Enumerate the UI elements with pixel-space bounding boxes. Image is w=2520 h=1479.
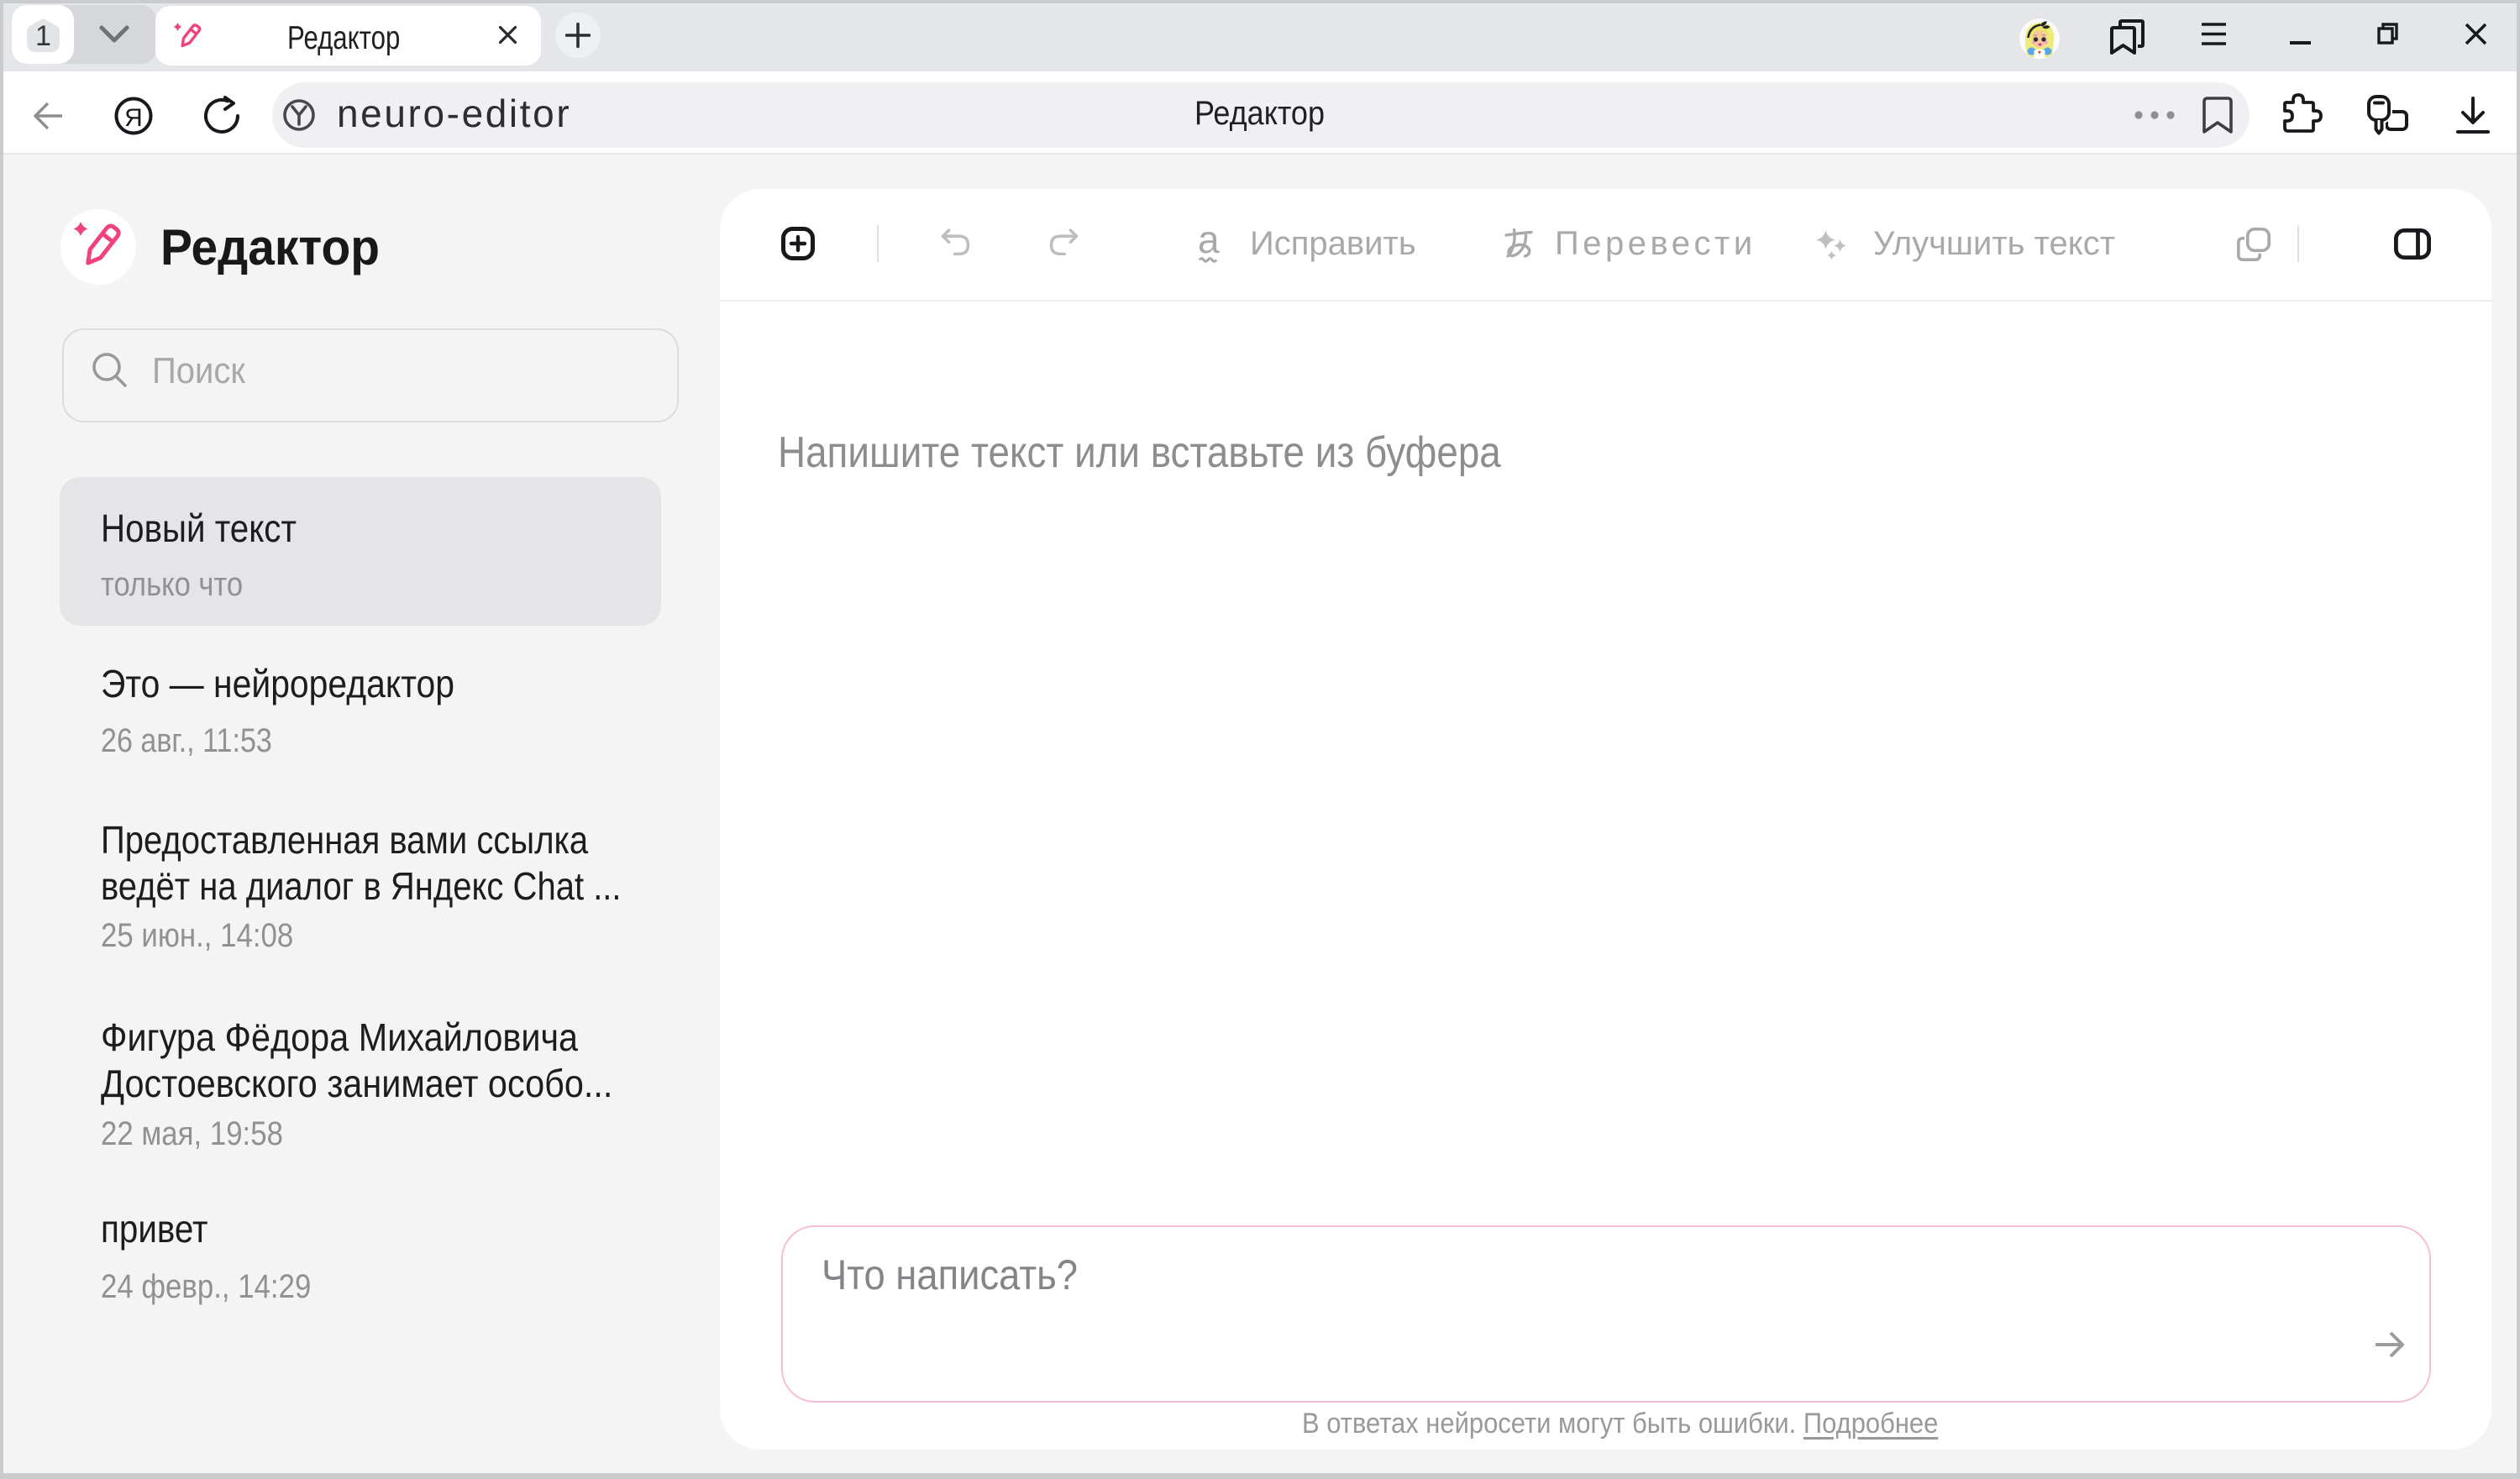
svg-text:Я: Я [124,104,143,132]
svg-text:1: 1 [35,20,51,52]
svg-text:a: a [1198,223,1220,261]
